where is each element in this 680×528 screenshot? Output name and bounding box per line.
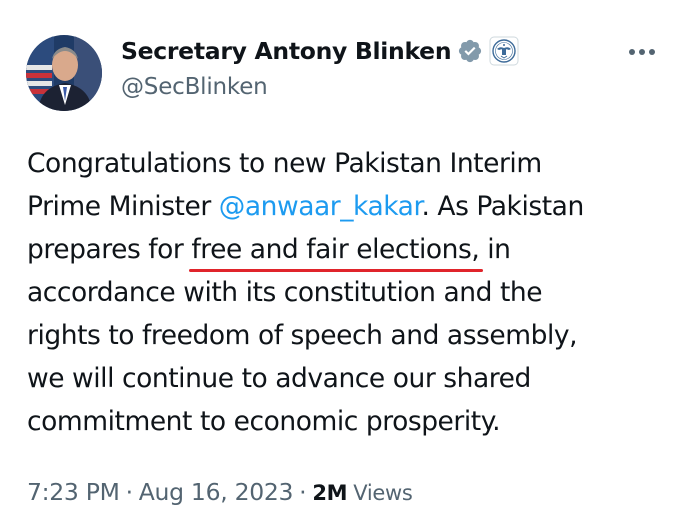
red-underline-annotation [189, 269, 484, 272]
avatar-photo-icon [26, 35, 102, 111]
verified-badge-icon[interactable] [457, 38, 483, 64]
more-horizontal-icon[interactable] [622, 40, 662, 64]
tweet-text-segment: Prime Minister [27, 191, 219, 222]
tweet-text-segment: accordance with its constitution and the [27, 277, 543, 308]
views-count: 2M [312, 481, 348, 505]
author-handle[interactable]: @SecBlinken [121, 74, 268, 100]
tweet-line: Congratulations to new Pakistan Interim [27, 142, 667, 185]
state-department-seal-icon[interactable] [489, 36, 519, 66]
tweet-line: Prime Minister @anwaar_kakar. As Pakista… [27, 185, 667, 228]
tweet-meta: 7:23 PM · Aug 16, 2023 · 2M Views [27, 478, 413, 506]
author-display-name[interactable]: Secretary Antony Blinken [121, 37, 452, 65]
views-label: Views [353, 481, 413, 505]
tweet-line: accordance with its constitution and the [27, 271, 667, 314]
tweet-text-segment: prepares for [27, 234, 192, 265]
tweet-line: commitment to economic prosperity. [27, 400, 667, 443]
highlighted-phrase: free and fair elections, [189, 228, 484, 272]
highlighted-phrase-text: free and fair elections, [191, 234, 480, 265]
more-dot [649, 49, 655, 55]
tweet-text-segment: we will continue to advance our shared [27, 363, 531, 394]
tweet-text-segment: . As Pakistan [421, 191, 584, 222]
tweet-text-segment: commitment to economic prosperity. [27, 406, 501, 437]
tweet-text-segment: Congratulations to new Pakistan Interim [27, 148, 542, 179]
mention-link[interactable]: @anwaar_kakar [219, 191, 422, 222]
more-dot [639, 49, 645, 55]
tweet-date[interactable]: Aug 16, 2023 [139, 478, 294, 506]
meta-separator: · [125, 478, 133, 506]
tweet-text-segment: in [479, 234, 511, 265]
tweet-text-segment: rights to freedom of speech and assembly… [27, 320, 578, 351]
tweet-text: Congratulations to new Pakistan Interim … [27, 142, 667, 443]
more-dot [629, 49, 635, 55]
meta-separator: · [299, 478, 307, 506]
avatar[interactable] [26, 35, 102, 111]
tweet-line: we will continue to advance our shared [27, 357, 667, 400]
author-name-row: Secretary Antony Blinken [121, 36, 519, 66]
tweet-time[interactable]: 7:23 PM [27, 478, 120, 506]
tweet-line: rights to freedom of speech and assembly… [27, 314, 667, 357]
tweet-line: prepares for free and fair elections, in [27, 228, 667, 272]
